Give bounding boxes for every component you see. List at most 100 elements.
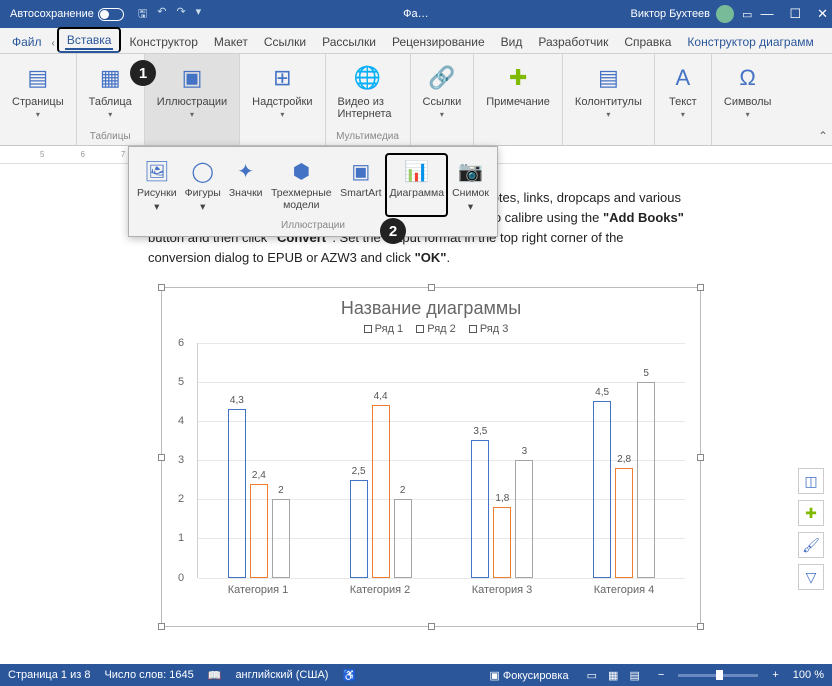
comment-button[interactable]: ✚ Примечание xyxy=(480,58,556,112)
paragraph: ndnotes, links, dropcaps and various xyxy=(470,188,762,208)
text-button[interactable]: A Текст▾ xyxy=(661,58,705,123)
chart-legend[interactable]: Ряд 1 Ряд 2 Ряд 3 xyxy=(162,323,700,343)
ribbon-options-icon[interactable]: ▭ xyxy=(742,8,752,21)
screenshot-button[interactable]: 📷Снимок▾ xyxy=(448,153,493,217)
resize-handle[interactable] xyxy=(428,284,435,291)
resize-handle[interactable] xyxy=(697,454,704,461)
group-text: A Текст▾ xyxy=(655,54,712,145)
maximize-icon[interactable]: ☐ xyxy=(789,6,801,22)
chart-button[interactable]: 📊Диаграмма xyxy=(385,153,448,217)
tab-help[interactable]: Справка xyxy=(616,31,679,53)
chart-title[interactable]: Название диаграммы xyxy=(162,288,700,323)
tab-view[interactable]: Вид xyxy=(493,31,531,53)
tabs-chevron-left-icon[interactable]: ‹ xyxy=(50,34,57,53)
link-icon: 🔗 xyxy=(426,62,458,94)
tab-constructor[interactable]: Конструктор xyxy=(121,31,205,53)
camera-icon: 📷 xyxy=(457,157,485,185)
zoom-level[interactable]: 100 % xyxy=(793,669,824,681)
resize-handle[interactable] xyxy=(158,454,165,461)
zoom-slider[interactable] xyxy=(678,674,758,677)
pages-button[interactable]: ▤ Страницы▾ xyxy=(6,58,70,123)
paragraph: conversion dialog to EPUB or AZW3 and cl… xyxy=(148,248,762,268)
zoom-in-icon[interactable]: + xyxy=(772,669,778,681)
layout-options-button[interactable]: ◫ xyxy=(798,468,824,494)
group-media: 🌐 Видео из Интернета Мультимедиа xyxy=(326,54,411,145)
links-button[interactable]: 🔗 Ссылки▾ xyxy=(417,58,468,123)
symbols-button[interactable]: Ω Символы▾ xyxy=(718,58,778,123)
focus-mode-button[interactable]: ▣ Фокусировка xyxy=(489,669,568,682)
view-buttons: ▭ ▦ ▤ xyxy=(583,669,644,682)
table-button[interactable]: ▦ Таблица▾ xyxy=(83,58,138,123)
group-links: 🔗 Ссылки▾ xyxy=(411,54,475,145)
cube-icon: ⬢ xyxy=(287,157,315,185)
spellcheck-icon[interactable]: 📖 xyxy=(208,669,222,682)
user-area[interactable]: Виктор Бухтеев xyxy=(631,5,734,23)
redo-icon[interactable]: ↷ xyxy=(176,5,185,24)
group-illustrations[interactable]: ▣ Иллюстрации▾ xyxy=(145,54,240,145)
group-pages: ▤ Страницы▾ xyxy=(0,54,77,145)
minimize-icon[interactable]: — xyxy=(760,6,773,22)
resize-handle[interactable] xyxy=(428,623,435,630)
chart-styles-button[interactable]: 🖌 xyxy=(798,532,824,558)
save-icon[interactable]: 🖫 xyxy=(138,5,147,24)
chart-object[interactable]: Название диаграммы Ряд 1 Ряд 2 Ряд 3 012… xyxy=(161,287,701,627)
tab-layout[interactable]: Макет xyxy=(206,31,256,53)
accessibility-icon[interactable]: ♿ xyxy=(342,669,356,682)
ribbon: ▤ Страницы▾ ▦ Таблица▾ Таблицы ▣ Иллюстр… xyxy=(0,54,832,146)
doc-title: Фа… xyxy=(201,8,630,20)
resize-handle[interactable] xyxy=(158,623,165,630)
resize-handle[interactable] xyxy=(158,284,165,291)
autosave-toggle[interactable]: Автосохранение xyxy=(10,8,124,21)
header-footer-button[interactable]: ▤ Колонтитулы▾ xyxy=(569,58,648,123)
sticker-icon: ✦ xyxy=(232,157,260,185)
undo-icon[interactable]: ↶ xyxy=(157,5,166,24)
tab-file[interactable]: Файл xyxy=(4,31,50,53)
tab-references[interactable]: Ссылки xyxy=(256,31,314,53)
group-header: ▤ Колонтитулы▾ xyxy=(563,54,655,145)
zoom-out-icon[interactable]: − xyxy=(658,669,664,681)
3d-models-button[interactable]: ⬢Трехмерные модели xyxy=(267,153,337,217)
chart-side-tools: ◫ ✚ 🖌 ▽ xyxy=(798,468,824,590)
pages-icon: ▤ xyxy=(22,62,54,94)
addins-button[interactable]: ⊞ Надстройки▾ xyxy=(246,58,318,123)
video-button[interactable]: 🌐 Видео из Интернета xyxy=(332,58,404,124)
illustrations-dropdown: 🖼Рисунки▾ ◯Фигуры▾ ✦Значки ⬢Трехмерные м… xyxy=(128,146,498,237)
globe-icon: 🌐 xyxy=(352,62,384,94)
picture-icon: 🖼 xyxy=(143,157,171,185)
chart-plot-area[interactable]: 01234564,32,422,54,423,51,834,52,85 xyxy=(197,343,685,578)
tables-group-label: Таблицы xyxy=(90,130,131,143)
document-area[interactable]: ndnotes, links, dropcaps and various fil… xyxy=(0,164,832,664)
close-icon[interactable]: ✕ xyxy=(817,6,828,22)
tab-review[interactable]: Рецензирование xyxy=(384,31,493,53)
smartart-button[interactable]: ▣SmartArt xyxy=(336,153,385,217)
legend-swatch xyxy=(416,325,424,333)
group-addins: ⊞ Надстройки▾ xyxy=(240,54,325,145)
read-mode-icon[interactable]: ▭ xyxy=(587,670,597,682)
resize-handle[interactable] xyxy=(697,284,704,291)
chart-elements-button[interactable]: ✚ xyxy=(798,500,824,526)
chart-filters-button[interactable]: ▽ xyxy=(798,564,824,590)
language-indicator[interactable]: английский (США) xyxy=(235,669,328,681)
shapes-button[interactable]: ◯Фигуры▾ xyxy=(181,153,225,217)
avatar xyxy=(716,5,734,23)
tab-insert[interactable]: Вставка xyxy=(57,27,122,53)
header-icon: ▤ xyxy=(592,62,624,94)
media-group-label: Мультимедиа xyxy=(336,130,399,143)
print-layout-icon[interactable]: ▦ xyxy=(608,670,618,682)
tab-developer[interactable]: Разработчик xyxy=(530,31,616,53)
legend-swatch xyxy=(469,325,477,333)
icons-button[interactable]: ✦Значки xyxy=(225,153,267,217)
tab-mailings[interactable]: Рассылки xyxy=(314,31,384,53)
web-layout-icon[interactable]: ▤ xyxy=(630,670,640,682)
pictures-button[interactable]: 🖼Рисунки▾ xyxy=(133,153,181,217)
tab-chart-design[interactable]: Конструктор диаграмм xyxy=(679,31,821,53)
legend-swatch xyxy=(364,325,372,333)
page-indicator[interactable]: Страница 1 из 8 xyxy=(8,669,90,681)
addins-icon: ⊞ xyxy=(266,62,298,94)
resize-handle[interactable] xyxy=(697,623,704,630)
collapse-ribbon-icon[interactable]: ⌃ xyxy=(818,129,828,143)
illustrations-button[interactable]: ▣ Иллюстрации▾ xyxy=(151,58,233,123)
shapes-icon: ◯ xyxy=(189,157,217,185)
toggle-switch[interactable] xyxy=(98,8,124,21)
word-count[interactable]: Число слов: 1645 xyxy=(104,669,193,681)
